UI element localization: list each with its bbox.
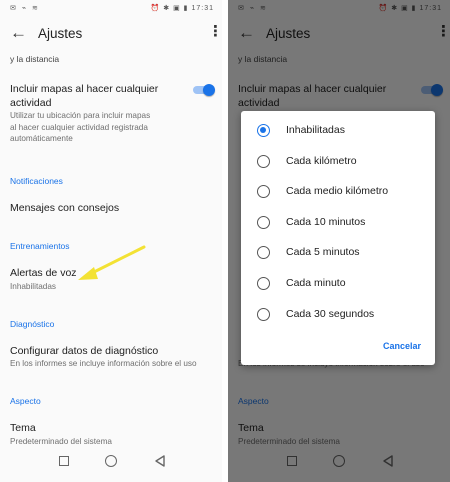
option-label: Cada medio kilómetro — [286, 185, 389, 198]
clock: 17:31 — [191, 5, 214, 12]
section-header-appearance: Aspecto — [10, 396, 41, 406]
option-row[interactable]: Cada 5 minutos — [241, 238, 435, 268]
section-header-training: Entrenamientos — [10, 241, 70, 251]
radio-unchecked-icon[interactable] — [257, 154, 270, 168]
voice-alerts-value: Inhabilitadas — [10, 282, 56, 291]
back-arrow-icon[interactable]: ← — [10, 23, 27, 43]
voice-alerts-title: Alertas de voz — [10, 267, 77, 279]
option-label: Cada minuto — [286, 277, 346, 289]
recents-square-icon[interactable] — [59, 456, 69, 466]
section-header-diagnostics: Diagnóstico — [10, 319, 55, 329]
notification-icons: ✉ ⌁ ≋ — [10, 5, 40, 12]
status-bar: ✉ ⌁ ≋ ⏰ ✱ ▣ ▮ 17:31 — [0, 0, 222, 16]
maps-toggle[interactable] — [193, 84, 215, 96]
option-row[interactable]: Cada minuto — [241, 269, 435, 299]
maps-desc-line2: al hacer cualquier actividad registrada — [10, 122, 148, 132]
option-row[interactable]: Inhabilitadas — [241, 116, 435, 146]
option-row[interactable]: Cada 30 segundos — [241, 300, 435, 330]
radio-unchecked-icon[interactable] — [257, 277, 270, 290]
maps-desc-line3: automáticamente — [10, 134, 73, 143]
radio-unchecked-icon[interactable] — [257, 246, 270, 260]
settings-screen-left: ✉ ⌁ ≋ ⏰ ✱ ▣ ▮ 17:31 ← Ajustes ⋮ y la dis… — [0, 0, 222, 482]
diagnostics-title: Configurar datos de diagnóstico — [10, 345, 159, 357]
section-header-notifications: Notificaciones — [10, 176, 63, 186]
radio-checked-icon[interactable] — [257, 124, 270, 137]
diagnostics-desc: En los informes se incluye información s… — [10, 359, 197, 368]
option-row[interactable]: Cada 10 minutos — [241, 208, 435, 238]
theme-title: Tema — [10, 422, 36, 434]
maps-title-line2: actividad — [10, 97, 52, 109]
app-bar: ← Ajustes ⋮ — [0, 16, 222, 52]
toggle-thumb — [203, 84, 215, 96]
settings-screen-right: ✉ ⌁ ≋ ⏰ ✱ ▣ ▮ 17:31 ← Ajustes ⋮ y la dis… — [228, 0, 450, 482]
cancel-button[interactable]: Cancelar — [383, 341, 421, 351]
page-title: Ajustes — [38, 26, 83, 41]
home-circle-icon[interactable] — [105, 455, 117, 467]
option-row[interactable]: Cada medio kilómetro — [241, 177, 435, 207]
option-label: Cada 30 segundos — [286, 307, 375, 320]
partial-description: y la distancia — [10, 54, 60, 64]
more-options-icon[interactable]: ⋮ — [208, 24, 222, 40]
maps-title-line1: Incluir mapas al hacer cualquier — [10, 83, 159, 95]
voice-alerts-dialog: Inhabilitadas Cada kilómetro Cada medio … — [241, 111, 435, 365]
option-label: Cada 5 minutos — [286, 246, 360, 259]
back-triangle-icon[interactable] — [153, 454, 167, 468]
status-icons: ⏰ ✱ ▣ ▮ 17:31 — [151, 4, 214, 12]
option-label: Cada kilómetro — [286, 154, 357, 167]
tips-setting[interactable]: Mensajes con consejos — [10, 201, 119, 215]
option-label: Cada 10 minutos — [286, 215, 366, 228]
maps-desc-line1: Utilizar tu ubicación para incluir mapas — [10, 111, 151, 120]
option-label: Inhabilitadas — [286, 124, 345, 136]
system-icons: ⏰ ✱ ▣ ▮ — [150, 5, 189, 12]
radio-unchecked-icon[interactable] — [257, 185, 270, 199]
yellow-arrow-annotation — [78, 245, 146, 280]
option-row[interactable]: Cada kilómetro — [241, 147, 435, 177]
radio-unchecked-icon[interactable] — [257, 307, 270, 321]
system-nav-bar — [0, 444, 222, 482]
theme-value: Predeterminado del sistema — [10, 437, 112, 444]
radio-unchecked-icon[interactable] — [257, 215, 270, 229]
